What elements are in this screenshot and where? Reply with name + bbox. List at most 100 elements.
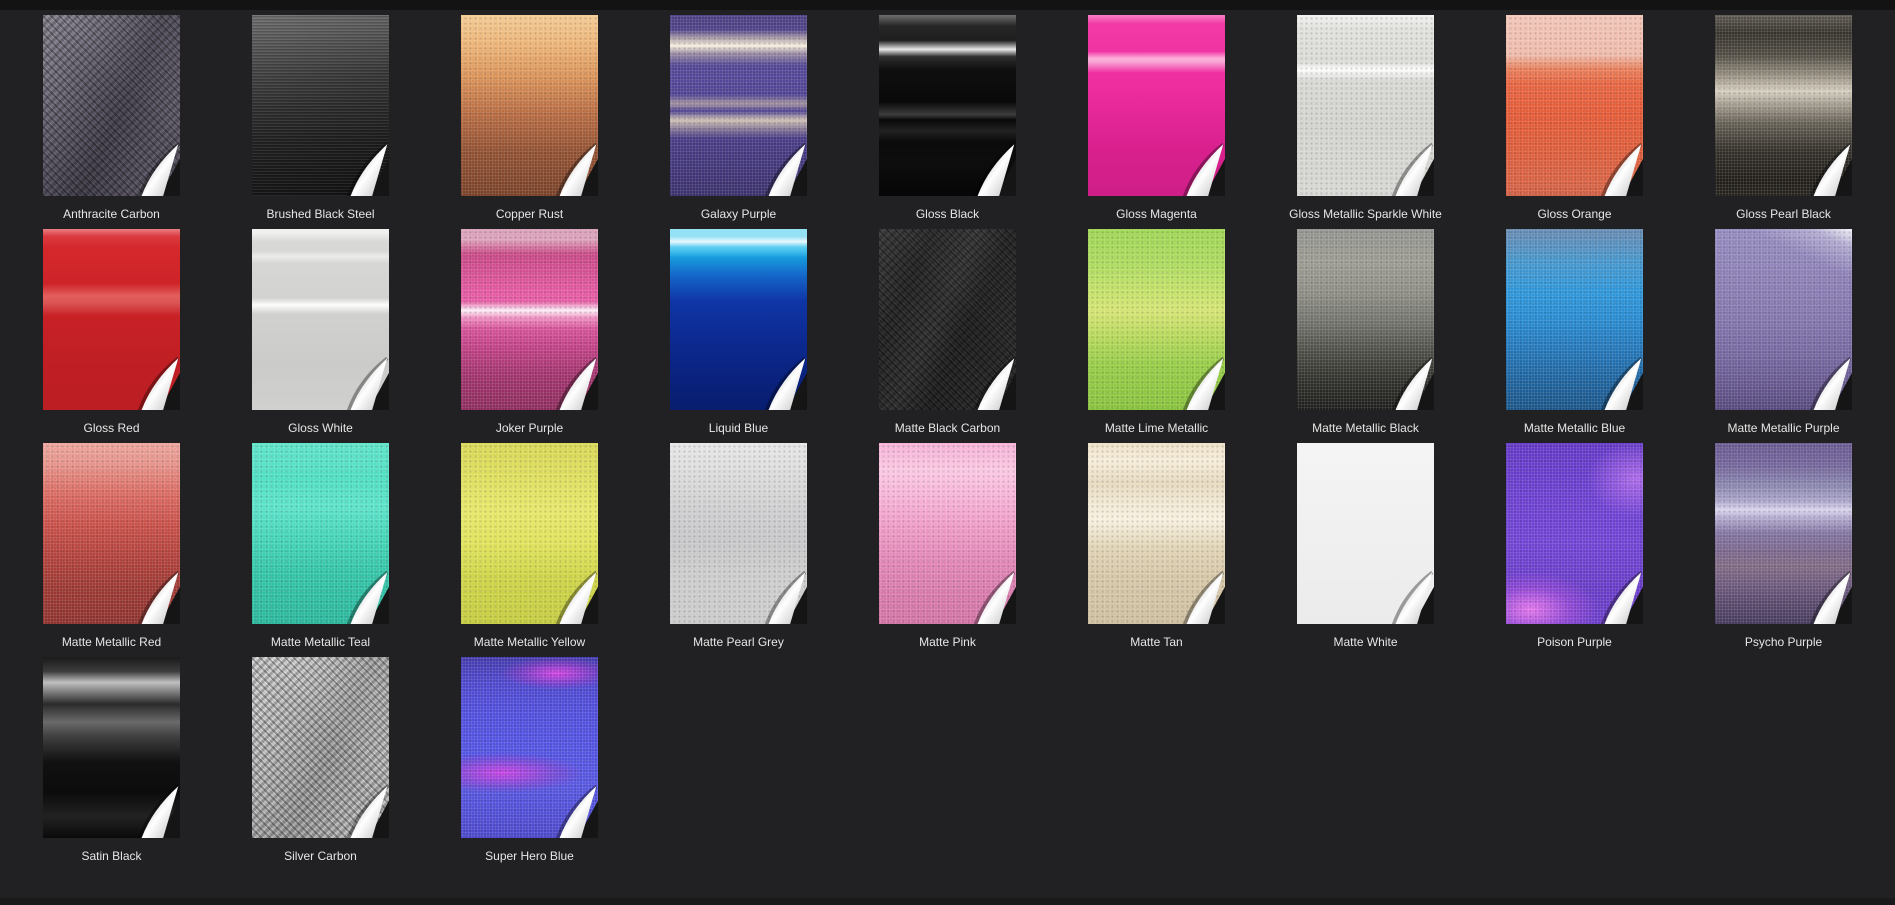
page-curl-icon [754,133,807,196]
swatch-label: Gloss Metallic Sparkle White [1297,196,1434,229]
swatch-card[interactable]: Gloss Black [879,15,1016,229]
swatch-image[interactable] [1088,443,1225,624]
page-curl-icon [1799,133,1852,196]
swatch-card[interactable]: Matte Pearl Grey [670,443,807,657]
swatch-card[interactable]: Matte Metallic Red [43,443,180,657]
swatch-card[interactable]: Silver Carbon [252,657,389,871]
swatch-label: Matte Metallic Red [43,624,180,657]
swatch-image[interactable] [461,15,598,196]
swatch-card[interactable]: Matte Tan [1088,443,1225,657]
swatch-label: Joker Purple [461,410,598,443]
swatch-card[interactable]: Gloss Red [43,229,180,443]
swatch-label: Matte Pearl Grey [670,624,807,657]
swatch-card[interactable]: Anthracite Carbon [43,15,180,229]
page-curl-icon [545,133,598,196]
swatch-card[interactable]: Brushed Black Steel [252,15,389,229]
swatch-label: Brushed Black Steel [252,196,389,229]
swatch-label: Poison Purple [1506,624,1643,657]
page-curl-icon [1799,561,1852,624]
swatch-card[interactable]: Matte Metallic Blue [1506,229,1643,443]
swatch-image[interactable] [461,443,598,624]
page-curl-icon [1590,561,1643,624]
swatch-image[interactable] [670,229,807,410]
swatch-label: Anthracite Carbon [43,196,180,229]
swatch-image[interactable] [43,443,180,624]
swatch-card[interactable]: Matte Metallic Black [1297,229,1434,443]
swatch-image[interactable] [879,443,1016,624]
swatch-card[interactable]: Matte Pink [879,443,1016,657]
swatch-card[interactable]: Matte Black Carbon [879,229,1016,443]
swatch-card[interactable]: Copper Rust [461,15,598,229]
page-curl-icon [963,561,1016,624]
swatch-image[interactable] [1297,15,1434,196]
swatch-card[interactable]: Joker Purple [461,229,598,443]
swatch-label: Liquid Blue [670,410,807,443]
swatch-label: Gloss White [252,410,389,443]
swatch-image[interactable] [670,443,807,624]
swatch-label: Matte White [1297,624,1434,657]
swatch-label: Matte Lime Metallic [1088,410,1225,443]
swatch-image[interactable] [252,443,389,624]
page-curl-icon [963,347,1016,410]
swatch-card[interactable]: Matte Metallic Purple [1715,229,1852,443]
swatch-label: Gloss Black [879,196,1016,229]
page-curl-icon [336,775,389,838]
page-curl-icon [1590,347,1643,410]
swatch-label: Gloss Orange [1506,196,1643,229]
swatch-card[interactable]: Galaxy Purple [670,15,807,229]
swatch-label: Psycho Purple [1715,624,1852,657]
swatch-label: Matte Metallic Blue [1506,410,1643,443]
swatch-card[interactable]: Gloss Orange [1506,15,1643,229]
swatch-card[interactable]: Gloss Metallic Sparkle White [1297,15,1434,229]
swatch-image[interactable] [252,229,389,410]
swatch-card[interactable]: Psycho Purple [1715,443,1852,657]
swatch-image[interactable] [1088,15,1225,196]
swatch-image[interactable] [1715,15,1852,196]
swatch-label: Gloss Red [43,410,180,443]
page-curl-icon [754,561,807,624]
swatch-image[interactable] [1506,229,1643,410]
swatch-image[interactable] [43,15,180,196]
swatch-image[interactable] [1297,443,1434,624]
swatch-card[interactable]: Poison Purple [1506,443,1643,657]
page-curl-icon [1172,347,1225,410]
swatch-image[interactable] [1506,443,1643,624]
swatch-label: Matte Metallic Black [1297,410,1434,443]
swatch-image[interactable] [43,657,180,838]
swatch-card[interactable]: Matte Lime Metallic [1088,229,1225,443]
swatch-image[interactable] [1088,229,1225,410]
swatch-image[interactable] [879,229,1016,410]
page-curl-icon [754,347,807,410]
swatch-label: Super Hero Blue [461,838,598,871]
swatch-image[interactable] [1715,229,1852,410]
swatch-label: Galaxy Purple [670,196,807,229]
swatch-image[interactable] [670,15,807,196]
swatch-image[interactable] [1506,15,1643,196]
swatch-card[interactable]: Satin Black [43,657,180,871]
swatch-card[interactable]: Liquid Blue [670,229,807,443]
swatch-card[interactable]: Gloss Magenta [1088,15,1225,229]
swatch-card[interactable]: Super Hero Blue [461,657,598,871]
swatch-label: Matte Pink [879,624,1016,657]
swatch-label: Matte Metallic Yellow [461,624,598,657]
page-curl-icon [127,347,180,410]
page-curl-icon [545,561,598,624]
swatch-label: Copper Rust [461,196,598,229]
swatch-image[interactable] [1297,229,1434,410]
swatch-image[interactable] [461,657,598,838]
bottom-bar [0,898,1895,905]
swatch-card[interactable]: Gloss White [252,229,389,443]
swatch-card[interactable]: Matte Metallic Teal [252,443,389,657]
swatch-card[interactable]: Matte White [1297,443,1434,657]
swatch-label: Matte Metallic Purple [1715,410,1852,443]
swatch-image[interactable] [43,229,180,410]
swatch-image[interactable] [252,15,389,196]
swatch-image[interactable] [1715,443,1852,624]
swatch-image[interactable] [461,229,598,410]
swatch-label: Gloss Pearl Black [1715,196,1852,229]
swatch-label: Silver Carbon [252,838,389,871]
swatch-image[interactable] [252,657,389,838]
swatch-image[interactable] [879,15,1016,196]
swatch-card[interactable]: Matte Metallic Yellow [461,443,598,657]
swatch-card[interactable]: Gloss Pearl Black [1715,15,1852,229]
